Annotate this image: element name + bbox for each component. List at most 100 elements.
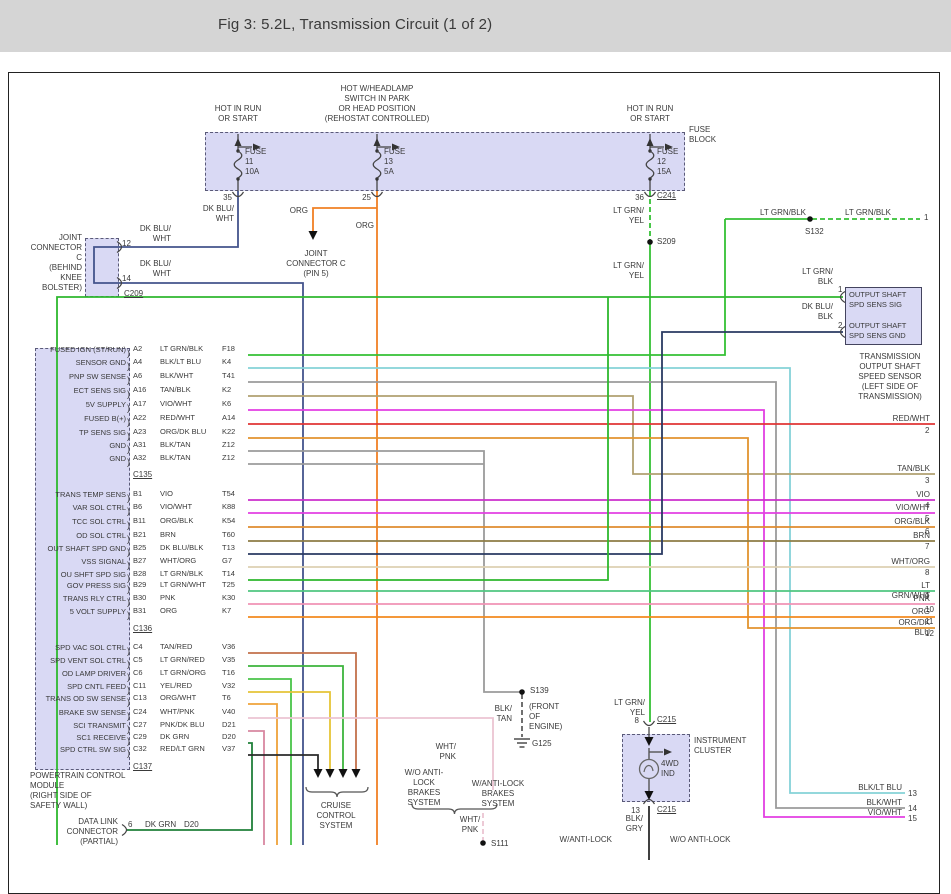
pcm-signal-B11: TCC SOL CTRL	[72, 517, 126, 526]
pcm-circuit-C5: V35	[222, 655, 236, 664]
wire-label-ltgrnblk-sens: LT GRN/ BLK	[802, 267, 833, 286]
wire-label-dkgrn: DK GRN	[145, 820, 177, 829]
pcm-wire-B6: VIO/WHT	[160, 502, 193, 511]
arrow-down-icon	[325, 769, 335, 778]
label-hot-in-run-right: HOT IN RUN OR START	[626, 104, 674, 123]
pcm-bracket-C4: )	[127, 646, 130, 656]
connector-arc	[121, 823, 128, 837]
pcm-wire-A16: TAN/BLK	[160, 385, 191, 394]
pcm-pin-A16: A16	[133, 385, 147, 394]
pcm-pin-B21: B21	[133, 530, 147, 539]
wire-label-viowht2-r: VIO/WHT	[867, 808, 902, 817]
pin-13-r: 13	[908, 789, 917, 798]
wire-c24-wht-pnk	[248, 717, 494, 790]
conn-c135: C135	[133, 470, 153, 479]
pcm-signal-A31: GND	[109, 441, 126, 450]
pcm-wire-B11: ORG/BLK	[160, 516, 194, 525]
wire-label-dkblublk-sens: DK BLU/ BLK	[801, 302, 833, 321]
wire-a23-org-dk-blu	[248, 437, 935, 629]
pcm-bracket-C11: )	[127, 685, 130, 695]
pcm-signal-B29: GOV PRESS SIG	[66, 581, 126, 590]
pcm-signal-C4: SPD VAC SOL CTRL	[55, 643, 126, 652]
pcm-wire-B31: ORG	[160, 606, 178, 615]
pcm-circuit-B1: T54	[222, 489, 235, 498]
pcm-pin-B31: B31	[133, 606, 147, 615]
pcm-wire-A4: BLK/LT BLU	[160, 357, 201, 366]
wire-label-brn-r: BRN	[913, 531, 930, 540]
wire-a2-lt-grn-blk	[248, 219, 726, 356]
pcm-pin-B27: B27	[133, 556, 147, 565]
pcm-bracket-B21: )	[127, 534, 130, 544]
label-wo-antilock: W/O ANTI-LOCK	[670, 835, 731, 844]
wire-label-blkgry: BLK/ GRY	[625, 814, 643, 833]
pcm-circuit-A17: K6	[222, 399, 232, 408]
wire-a6-blk-wht	[248, 381, 905, 809]
pcm-circuit-A2: F18	[222, 344, 235, 353]
pcm-signal-C29: SC1 RECEIVE	[76, 733, 126, 742]
pin-36: 36	[635, 193, 644, 202]
wire-label-whtorg-r: WHT/ORG	[891, 557, 930, 566]
pcm-signal-A2: FUSED IGN (ST/RUN)	[50, 345, 126, 354]
label-fuse-11: FUSE 11 10A	[245, 147, 267, 176]
pcm-pin-C24: C24	[133, 707, 147, 716]
wire-label-dkbluwht-1: DK BLU/ WHT	[202, 204, 234, 223]
label-hot-in-run-left: HOT IN RUN OR START	[214, 104, 262, 123]
pcm-signal-A16: ECT SENS SIG	[73, 386, 126, 395]
wire-label-ltgrnyel-3: LT GRN/ YEL	[614, 698, 645, 717]
wire-label-dkbluwht-3: DK BLU/ WHT	[139, 259, 171, 278]
pin-7-r: 7	[925, 542, 930, 551]
wire-label-org-r: ORG	[911, 607, 930, 616]
pcm-signal-A17: 5V SUPPLY	[85, 400, 126, 409]
pcm-wire-A22: RED/WHT	[160, 413, 195, 422]
wire-label-ltgrnblk-a: LT GRN/BLK	[760, 208, 806, 217]
wire-label-org-1: ORG	[289, 206, 308, 215]
label-cruise: CRUISE CONTROL SYSTEM	[316, 801, 356, 830]
arrow-down-icon	[313, 769, 323, 778]
arrow-down-icon	[308, 231, 318, 240]
pcm-signal-B27: VSS SIGNAL	[81, 557, 126, 566]
pcm-signal-B30: TRANS RLY CTRL	[62, 594, 126, 603]
pcm-wire-A32: BLK/TAN	[160, 453, 191, 462]
wire-label-viowht-r: VIO/WHT	[895, 503, 930, 512]
pcm-circuit-B28: T14	[222, 569, 235, 578]
pcm-signal-B1: TRANS TEMP SENS	[55, 490, 126, 499]
pcm-signal-B21: OD SOL CTRL	[76, 531, 126, 540]
splice-dot	[807, 216, 813, 222]
conn-c136: C136	[133, 624, 153, 633]
pcm-wire-A2: LT GRN/BLK	[160, 344, 204, 353]
pin-sens-1: 1	[838, 285, 843, 294]
label-w-abs: W/ANTI-LOCK BRAKES SYSTEM	[471, 779, 525, 808]
pcm-circuit-B31: K7	[222, 606, 232, 615]
pcm-wire-A23: ORG/DK BLU	[160, 427, 207, 436]
label-front-of-engine: (FRONT OF ENGINE)	[529, 702, 563, 731]
pcm-circuit-B30: K30	[222, 593, 236, 602]
wiring-diagram: Fig 3: 5.2L, Transmission Circuit (1 of …	[0, 0, 951, 894]
pcm-signal-C5: SPD VENT SOL CTRL	[50, 656, 126, 665]
wire-label-blktan: BLK/ TAN	[494, 704, 512, 723]
wire-c27-pnk-dk-blu	[248, 730, 265, 845]
connector-arc	[642, 720, 656, 727]
pcm-signal-C27: SCI TRANSMIT	[73, 721, 126, 730]
pcm-circuit-C24: V40	[222, 707, 236, 716]
pcm-pin-A17: A17	[133, 399, 147, 408]
pcm-bracket-A32: )	[127, 457, 130, 467]
conn-c137: C137	[133, 762, 153, 771]
pin-15-r: 15	[908, 814, 917, 823]
pcm-bracket-B1: )	[127, 493, 130, 503]
pcm-circuit-C27: D21	[222, 720, 236, 729]
pcm-bracket-B30: )	[127, 597, 130, 607]
label-fuse-13: FUSE 13 5A	[384, 147, 406, 176]
pcm-signal-A23: TP SENS SIG	[79, 428, 126, 437]
wire-label-pnk-r: PNK	[913, 594, 930, 603]
splice-s209-label: S209	[657, 237, 676, 246]
conn-c215-bottom: C215	[657, 805, 677, 814]
pcm-circuit-B6: K88	[222, 502, 236, 511]
pin-8-cluster: 8	[634, 716, 639, 725]
pcm-pin-B11: B11	[133, 516, 146, 525]
splice-dot	[480, 840, 486, 846]
pcm-wire-C13: ORG/WHT	[160, 693, 197, 702]
wire-label-org-2: ORG	[355, 221, 374, 230]
fuse-icon	[372, 150, 382, 179]
pcm-circuit-C13: T6	[222, 693, 231, 702]
arrow-down-icon	[644, 791, 654, 800]
